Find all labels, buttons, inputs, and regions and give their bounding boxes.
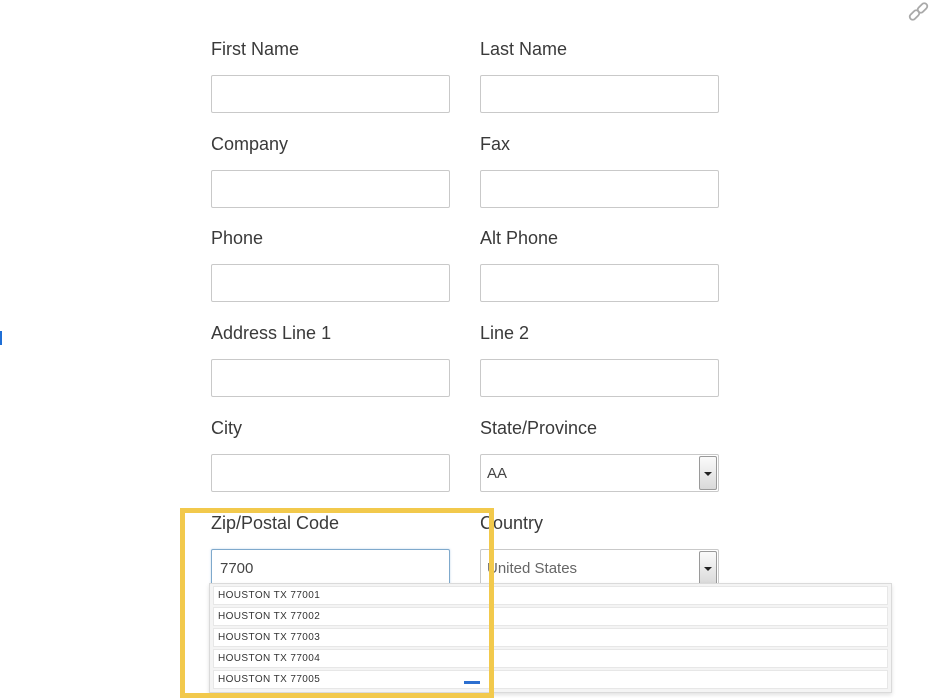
autocomplete-item[interactable]: HOUSTON TX 77001: [213, 586, 888, 605]
first-name-label: First Name: [211, 39, 300, 59]
state-field: State/Province AA: [480, 416, 719, 492]
state-select[interactable]: AA: [480, 454, 719, 492]
zip-label: Zip/Postal Code: [211, 513, 340, 533]
fax-field: Fax: [480, 132, 719, 208]
autocomplete-item[interactable]: HOUSTON TX 77004: [213, 649, 888, 668]
line-2-label: Line 2: [480, 323, 530, 343]
company-label: Company: [211, 134, 289, 154]
last-name-field: Last Name: [480, 37, 719, 113]
autocomplete-item[interactable]: HOUSTON TX 77005: [213, 670, 888, 689]
chevron-down-icon[interactable]: [699, 551, 717, 585]
address-line-1-label: Address Line 1: [211, 323, 332, 343]
phone-field: Phone: [211, 226, 450, 302]
address-line-1-field: Address Line 1: [211, 321, 450, 397]
zip-autocomplete-list: HOUSTON TX 77001 HOUSTON TX 77002 HOUSTO…: [209, 583, 892, 693]
alt-phone-input[interactable]: [480, 264, 719, 302]
link-icon[interactable]: [906, 0, 932, 24]
zip-input[interactable]: [211, 549, 450, 587]
address-line-1-input[interactable]: [211, 359, 450, 397]
autocomplete-item[interactable]: HOUSTON TX 77003: [213, 628, 888, 647]
phone-label: Phone: [211, 228, 264, 248]
fax-label: Fax: [480, 134, 511, 154]
first-name-field: First Name: [211, 37, 450, 113]
line-2-field: Line 2: [480, 321, 719, 397]
autocomplete-item[interactable]: HOUSTON TX 77002: [213, 607, 888, 626]
state-selected-value: AA: [487, 465, 508, 482]
company-input[interactable]: [211, 170, 450, 208]
alt-phone-field: Alt Phone: [480, 226, 719, 302]
country-label: Country: [480, 513, 544, 533]
phone-input[interactable]: [211, 264, 450, 302]
city-input[interactable]: [211, 454, 450, 492]
zip-field: Zip/Postal Code: [211, 511, 450, 587]
chevron-down-icon[interactable]: [699, 456, 717, 490]
last-name-label: Last Name: [480, 39, 568, 59]
fax-input[interactable]: [480, 170, 719, 208]
city-label: City: [211, 418, 242, 438]
line-2-input[interactable]: [480, 359, 719, 397]
country-select[interactable]: United States: [480, 549, 719, 587]
left-edge-marker: [0, 331, 2, 345]
city-field: City: [211, 416, 450, 492]
last-name-input[interactable]: [480, 75, 719, 113]
country-field: Country United States: [480, 511, 719, 587]
company-field: Company: [211, 132, 450, 208]
state-label: State/Province: [480, 418, 598, 438]
first-name-input[interactable]: [211, 75, 450, 113]
alt-phone-label: Alt Phone: [480, 228, 559, 248]
